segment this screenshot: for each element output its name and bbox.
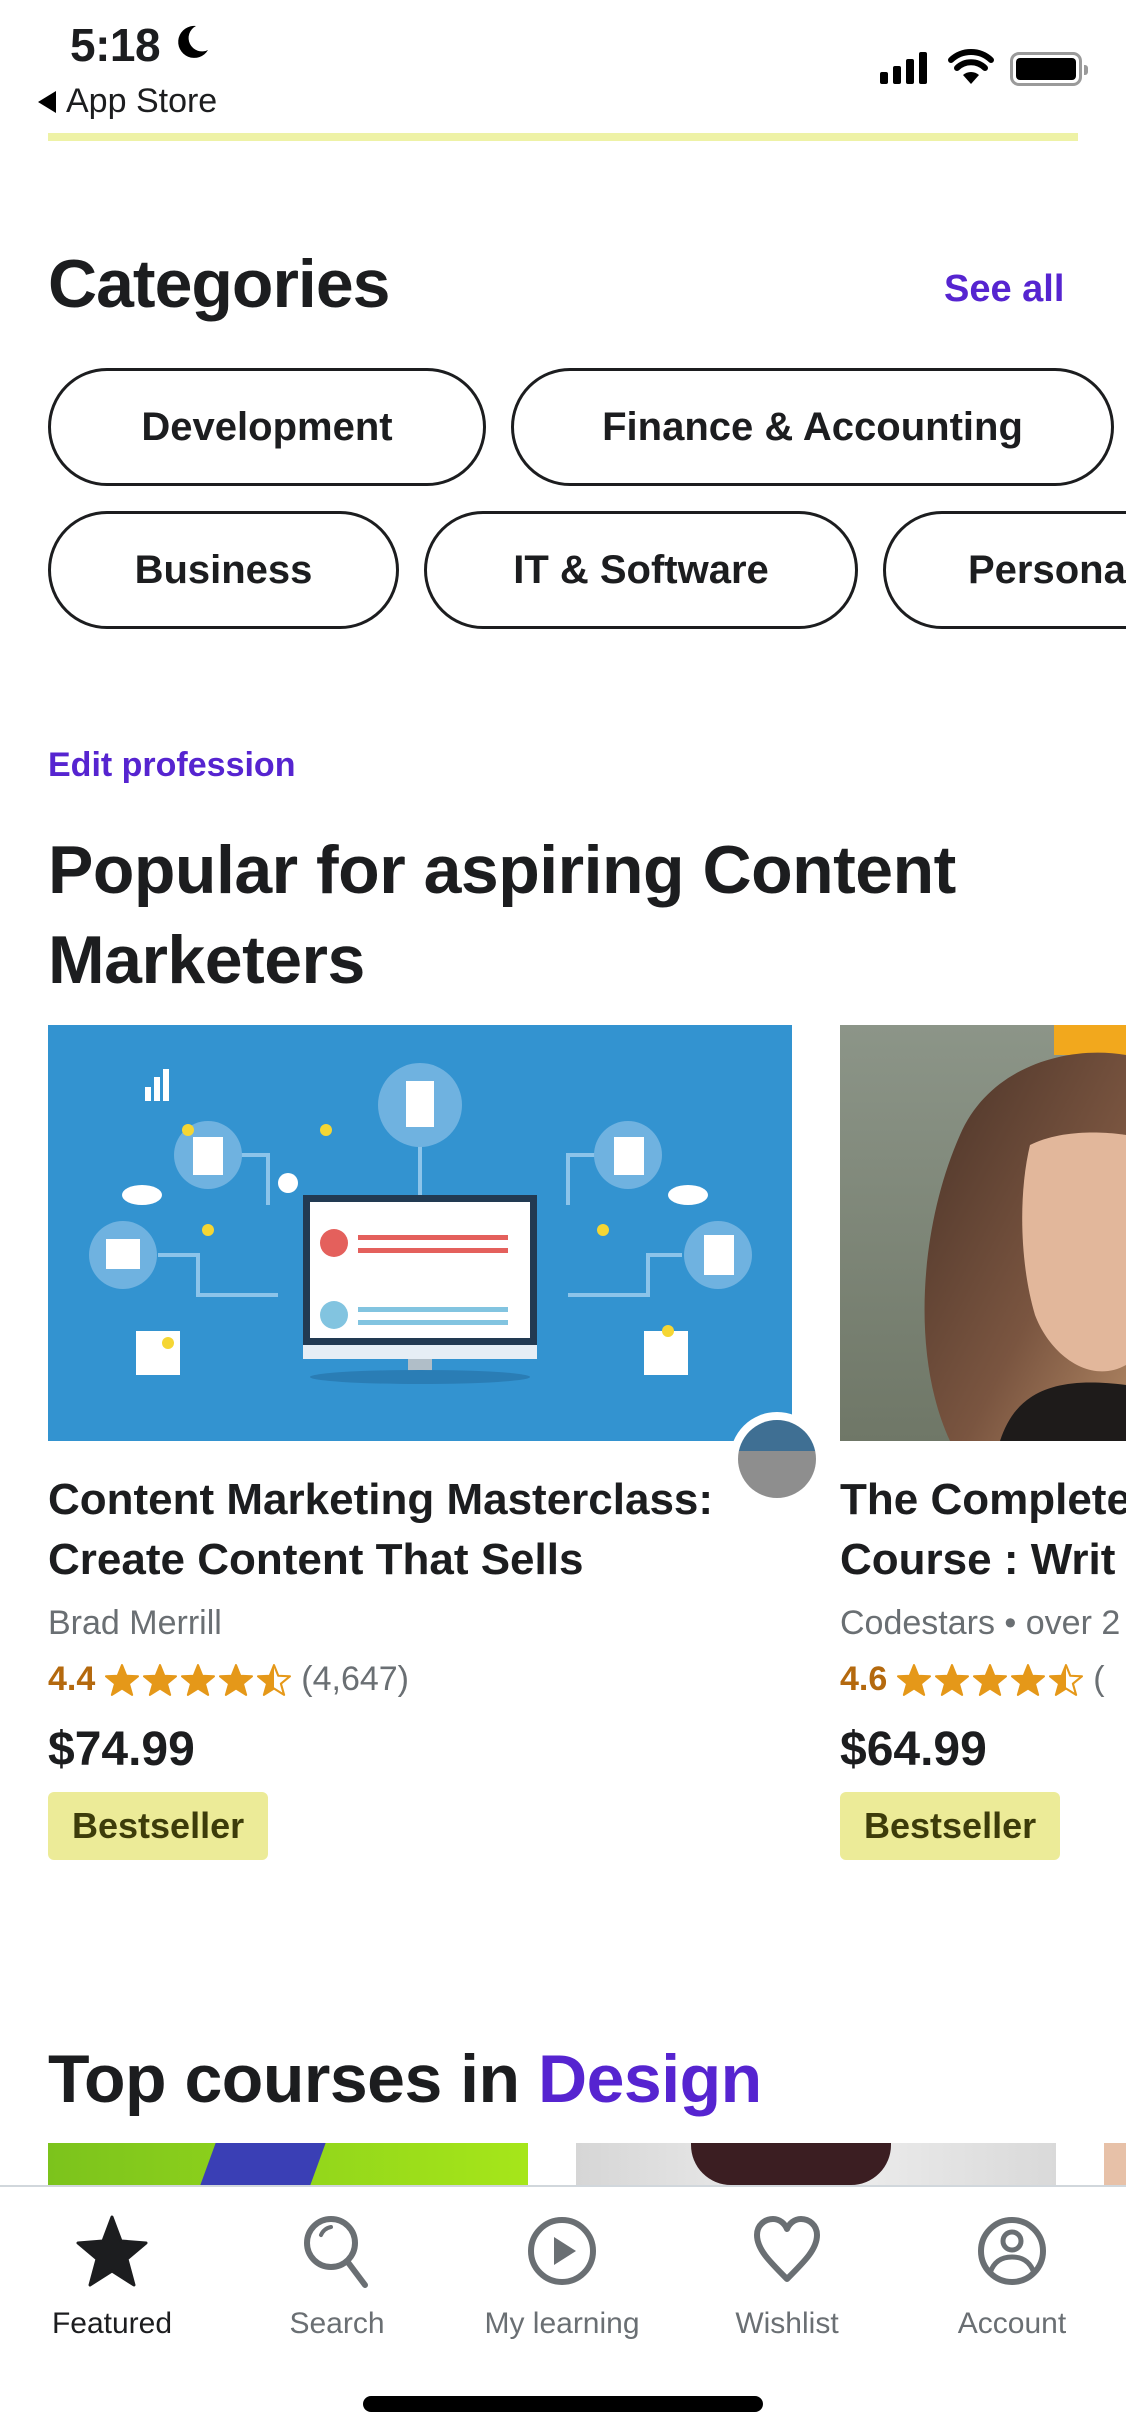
course-thumbnail-portrait xyxy=(840,1025,1126,1441)
tab-search[interactable]: Search xyxy=(237,2213,437,2341)
star-full-icon xyxy=(219,1663,254,1696)
edit-profession-link[interactable]: Edit profession xyxy=(48,746,295,785)
design-course-1-thumbnail[interactable] xyxy=(48,2143,528,2185)
tab-featured-label: Featured xyxy=(51,2307,173,2340)
star-full-icon xyxy=(1011,1663,1046,1696)
course-2-rating: 4.6 ( xyxy=(840,1660,1105,1699)
course-2-price: $64.99 xyxy=(840,1723,987,1776)
course-1-author: Brad Merrill xyxy=(48,1604,222,1642)
tab-featured[interactable]: Featured xyxy=(12,2213,212,2341)
tab-my-learning-label: My learning xyxy=(484,2307,640,2340)
see-all-link[interactable]: See all xyxy=(944,268,1064,311)
course-1-title-line1: Content Marketing Masterclass: xyxy=(48,1475,714,1524)
category-pill-business[interactable]: Business xyxy=(48,511,399,629)
category-pill-development[interactable]: Development xyxy=(48,368,486,486)
course-1-title-line2: Create Content That Sells xyxy=(48,1535,584,1584)
design-course-3-thumbnail[interactable] xyxy=(1104,2143,1126,2185)
back-label: App Store xyxy=(66,82,218,120)
course-2-bestseller-badge: Bestseller xyxy=(840,1792,1061,1860)
play-circle-icon xyxy=(528,2217,596,2285)
categories-heading: Categories xyxy=(48,246,390,322)
star-full-icon xyxy=(105,1663,140,1696)
back-to-app-store[interactable]: App Store xyxy=(38,82,217,121)
wifi-icon xyxy=(948,49,994,84)
course-2-stars xyxy=(897,1663,1084,1697)
course-1-rating-count: (4,647) xyxy=(301,1660,409,1698)
star-icon xyxy=(76,2215,148,2287)
course-2-author: Codestars • over 2 xyxy=(840,1604,1121,1642)
account-icon xyxy=(978,2217,1046,2285)
course-2-rating-value: 4.6 xyxy=(840,1660,888,1698)
back-arrow-icon xyxy=(38,90,56,113)
progress-line xyxy=(48,133,1078,141)
star-full-icon xyxy=(143,1663,178,1696)
course-1-rating: 4.4 (4,647) xyxy=(48,1660,409,1699)
popular-heading: Popular for aspiring Content Marketers xyxy=(48,832,956,998)
signal-icon xyxy=(880,52,927,84)
course-2-title[interactable]: The Complete Course : Writ xyxy=(840,1470,1126,1590)
category-pill-personal-development[interactable]: Personal Development xyxy=(883,511,1126,629)
course-2-title-line2: Course : Writ xyxy=(840,1535,1116,1584)
star-full-icon xyxy=(973,1663,1008,1696)
course-2-rating-count: ( xyxy=(1093,1660,1105,1698)
course-1-bestseller-badge: Bestseller xyxy=(48,1792,269,1860)
course-1-rating-value: 4.4 xyxy=(48,1660,96,1698)
star-half-icon xyxy=(257,1663,292,1696)
tab-my-learning[interactable]: My learning xyxy=(462,2213,662,2341)
course-2-title-line1: The Complete xyxy=(840,1475,1126,1524)
course-1-price: $74.99 xyxy=(48,1723,195,1776)
star-full-icon xyxy=(181,1663,216,1696)
top-courses-category-link[interactable]: Design xyxy=(538,2041,762,2117)
star-full-icon xyxy=(897,1663,932,1696)
star-full-icon xyxy=(935,1663,970,1696)
category-pill-it-software[interactable]: IT & Software xyxy=(424,511,858,629)
course-1-title[interactable]: Content Marketing Masterclass: Create Co… xyxy=(48,1470,713,1590)
top-courses-heading: Top courses in Design xyxy=(48,2040,762,2118)
star-half-icon xyxy=(1049,1663,1084,1696)
design-course-2-thumbnail[interactable] xyxy=(576,2143,1056,2185)
course-thumbnail-content-marketing xyxy=(48,1025,792,1441)
top-courses-prefix: Top courses in xyxy=(48,2041,538,2117)
course-card-2-image[interactable] xyxy=(840,1025,1126,1441)
tab-account[interactable]: Account xyxy=(912,2213,1112,2341)
home-indicator[interactable] xyxy=(363,2396,763,2412)
heart-icon xyxy=(754,2216,820,2282)
status-time: 5:18 xyxy=(70,19,161,71)
tab-wishlist[interactable]: Wishlist xyxy=(687,2213,887,2341)
tab-account-label: Account xyxy=(957,2307,1067,2340)
search-icon xyxy=(304,2216,368,2288)
category-pill-finance-accounting[interactable]: Finance & Accounting xyxy=(511,368,1114,486)
moon-icon xyxy=(178,25,208,58)
battery-icon xyxy=(1010,52,1088,86)
course-1-stars xyxy=(105,1663,292,1697)
tab-wishlist-label: Wishlist xyxy=(735,2307,839,2340)
tab-search-label: Search xyxy=(289,2307,385,2340)
scroll-indicator[interactable] xyxy=(730,1412,824,1506)
